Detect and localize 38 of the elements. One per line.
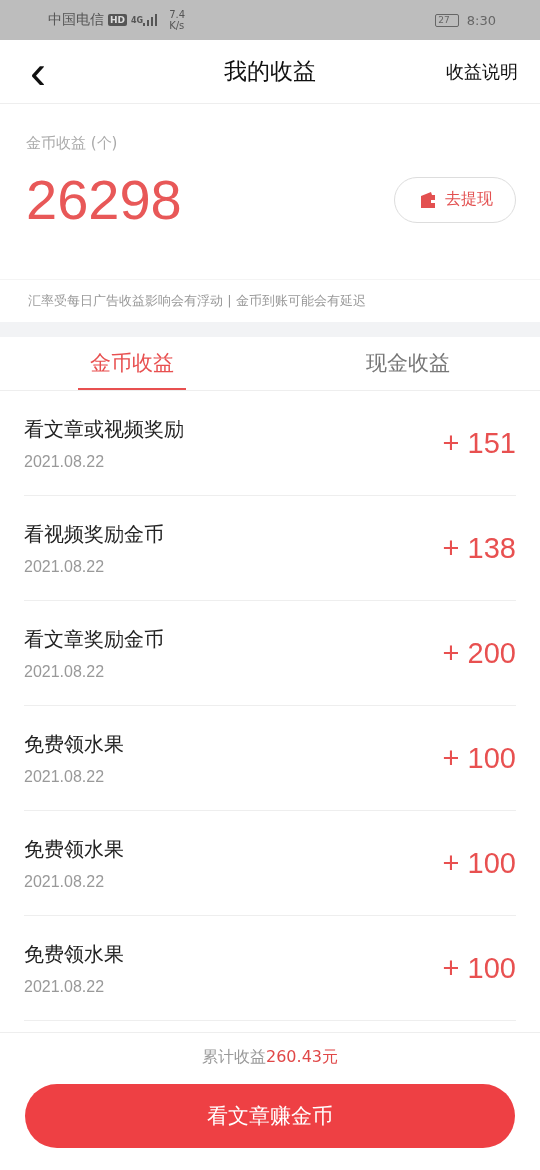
hd-badge: HD — [108, 14, 127, 26]
record-date: 2021.08.22 — [24, 452, 106, 471]
network-type: 4G — [131, 15, 144, 25]
record-title: 免费领水果 — [24, 835, 124, 863]
earnings-tab[interactable]: 现金收益 — [354, 337, 462, 390]
record-date: 2021.08.22 — [24, 557, 106, 576]
signal-icon — [143, 14, 158, 26]
record-date: 2021.08.22 — [24, 872, 106, 891]
battery-level: 27 — [435, 13, 459, 27]
record-date: 2021.08.22 — [24, 662, 106, 681]
record-title: 看视频奖励金币 — [24, 520, 164, 548]
record-amount: + 100 — [442, 846, 516, 880]
speed-unit: K/s — [169, 20, 186, 31]
record-amount: + 100 — [442, 951, 516, 985]
record-title: 看文章奖励金币 — [24, 625, 164, 653]
total-earnings-label: 累计收益 — [202, 1047, 266, 1068]
record-date: 2021.08.22 — [24, 767, 106, 786]
record-title: 免费领水果 — [24, 730, 124, 758]
record-amount: + 151 — [442, 426, 516, 460]
withdraw-button[interactable]: 去提现 — [394, 176, 516, 223]
page-title: 我的收益 — [224, 57, 316, 86]
record-amount: + 100 — [442, 741, 516, 775]
earnings-info-link[interactable]: 收益说明 — [446, 59, 518, 84]
record-amount: + 200 — [442, 636, 516, 670]
wallet-icon — [419, 190, 437, 209]
speed-value: 7.4 — [169, 9, 186, 20]
record-title: 免费领水果 — [24, 940, 124, 968]
total-earnings-value: 260.43元 — [266, 1047, 338, 1068]
clock-time: 8:30 — [466, 12, 496, 28]
read-articles-button[interactable]: 看文章赚金币 — [25, 1084, 515, 1148]
carrier-name: 中国电信 — [48, 11, 104, 29]
coin-earnings-label: 金币收益 (个) — [26, 134, 119, 153]
back-button[interactable]: ‹ — [22, 51, 54, 92]
record-title: 看文章或视频奖励 — [24, 415, 184, 443]
record-date: 2021.08.22 — [24, 977, 106, 996]
earnings-tab[interactable]: 金币收益 — [78, 337, 186, 390]
coin-amount: 26298 — [26, 167, 182, 232]
record-amount: + 138 — [442, 531, 516, 565]
